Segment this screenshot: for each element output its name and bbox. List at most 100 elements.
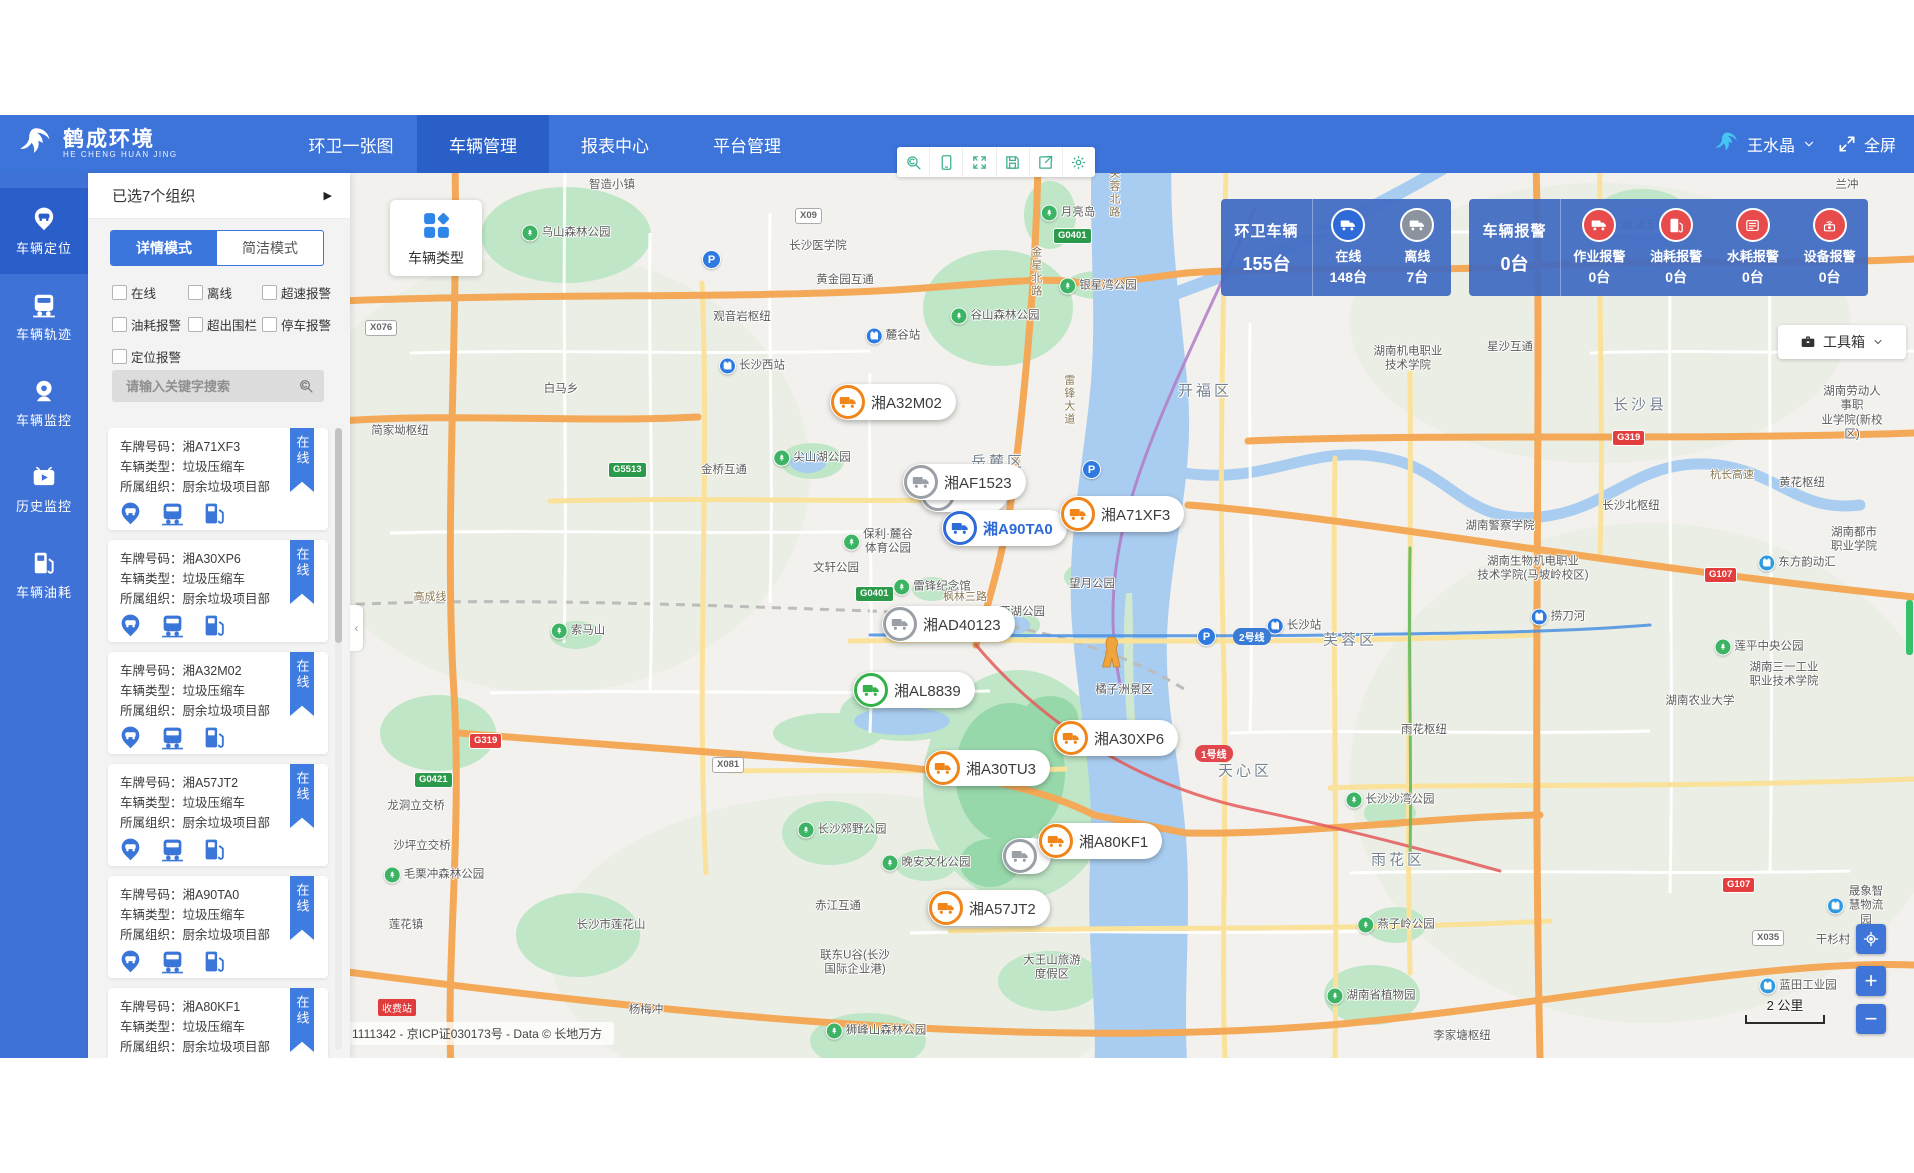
filter-油耗报警[interactable]: 油耗报警 — [112, 315, 188, 334]
poi-icon: M — [1759, 978, 1776, 995]
chevron-down-icon[interactable] — [1802, 137, 1816, 151]
alarm-icon — [1668, 217, 1685, 234]
sidebar-item-车辆油耗[interactable]: 车辆油耗 — [0, 532, 88, 618]
share-icon[interactable] — [1030, 147, 1063, 177]
checkbox-icon[interactable] — [188, 317, 203, 332]
vehicle-marker-湘AL8839[interactable]: 湘AL8839 — [853, 672, 975, 708]
settings-icon[interactable] — [1063, 147, 1095, 177]
map-label: 金星北路 — [1028, 246, 1042, 298]
vehicle-card-湘A71XF3[interactable]: 在线 车牌号码：湘A71XF3 车辆类型：垃圾压缩车 所属组织：厨余垃圾项目部 — [108, 428, 328, 530]
checkbox-icon[interactable] — [188, 285, 203, 300]
filter-停车报警[interactable]: 停车报警 — [262, 315, 334, 334]
map-label: 毛栗冲森林公园 — [384, 867, 485, 884]
vehicle-type-button[interactable]: 车辆类型 — [390, 200, 482, 276]
measure-icon[interactable] — [930, 147, 963, 177]
map-label: 尖山湖公园 — [773, 450, 851, 467]
vehicle-card-湘A90TA0[interactable]: 在线 车牌号码：湘A90TA0 车辆类型：垃圾压缩车 所属组织：厨余垃圾项目部 — [108, 876, 328, 978]
filter-定位报警[interactable]: 定位报警 — [112, 347, 188, 366]
fuel-vehicle-icon[interactable] — [202, 949, 227, 974]
filter-超出围栏[interactable]: 超出围栏 — [188, 315, 262, 334]
mode-tab-详情模式[interactable]: 详情模式 — [111, 231, 217, 265]
juzizhou-statue-icon — [1098, 636, 1124, 668]
metro-icon: M — [1531, 609, 1548, 626]
map-label: 白马乡 — [544, 382, 579, 396]
user-name[interactable]: 王水晶 — [1747, 132, 1795, 156]
toolbox-button[interactable]: 工具箱 — [1778, 325, 1906, 359]
sidebar-item-车辆监控[interactable]: 车辆监控 — [0, 360, 88, 446]
vehicle-marker-truck-icon — [854, 673, 888, 707]
track-vehicle-icon[interactable] — [160, 613, 185, 638]
vehicle-marker-湘A30TU3[interactable]: 湘A30TU3 — [925, 750, 1050, 786]
vehicle-card-湘A80KF1[interactable]: 在线 车牌号码：湘A80KF1 车辆类型：垃圾压缩车 所属组织：厨余垃圾项目部 — [108, 988, 328, 1058]
map-attribution: 1111342 - 京ICP证030173号 - Data © 长地万方 — [350, 1022, 614, 1045]
search-icon[interactable] — [298, 378, 314, 394]
expand-icon[interactable] — [963, 147, 996, 177]
vehicle-marker-湘A57JT2[interactable]: 湘A57JT2 — [928, 890, 1050, 926]
vehicle-marker-湘A71XF3[interactable]: 湘A71XF3 — [1060, 496, 1184, 532]
road-shield: G0401 — [1053, 228, 1092, 244]
fullscreen-icon[interactable] — [1837, 134, 1857, 154]
nav-tab-环卫一张图[interactable]: 环卫一张图 — [285, 115, 417, 173]
vehicle-marker-湘A32M02[interactable]: 湘A32M02 — [830, 384, 956, 420]
park-icon — [951, 308, 968, 325]
filter-在线[interactable]: 在线 — [112, 283, 188, 302]
vehicle-list-scrollbar[interactable] — [335, 428, 342, 1050]
fuel-vehicle-icon[interactable] — [202, 501, 227, 526]
road-shield: G0421 — [414, 772, 453, 788]
sidebar-item-车辆定位[interactable]: 车辆定位 — [0, 188, 88, 274]
fuel-vehicle-icon[interactable] — [202, 613, 227, 638]
fuel-vehicle-icon[interactable] — [202, 837, 227, 862]
vehicle-marker-湘A30XP6[interactable]: 湘A30XP6 — [1053, 720, 1178, 756]
locate-vehicle-icon[interactable] — [118, 837, 143, 862]
org-selector[interactable]: 已选7个组织 ▶ — [88, 173, 350, 219]
mode-tab-简洁模式[interactable]: 简洁模式 — [217, 231, 323, 265]
fuel-vehicle-icon[interactable] — [202, 725, 227, 750]
locate-button[interactable] — [1856, 924, 1886, 954]
vehicle-marker-湘AF1523[interactable]: 湘AF1523 — [903, 464, 1026, 500]
filter-超速报警[interactable]: 超速报警 — [262, 283, 334, 302]
nav-tab-报表中心[interactable]: 报表中心 — [549, 115, 681, 173]
track-vehicle-icon[interactable] — [160, 501, 185, 526]
track-vehicle-icon[interactable] — [160, 949, 185, 974]
zoom-search-icon[interactable] — [897, 147, 930, 177]
zoom-out-button[interactable]: − — [1856, 1004, 1886, 1034]
vehicle-card-湘A30XP6[interactable]: 在线 车牌号码：湘A30XP6 车辆类型：垃圾压缩车 所属组织：厨余垃圾项目部 — [108, 540, 328, 642]
alarm-label: 车辆报警 — [1482, 220, 1546, 241]
org-expand-icon[interactable]: ▶ — [324, 189, 332, 202]
scale-label: 2 公里 — [1767, 998, 1804, 1013]
vehicle-marker-湘AD40123[interactable]: 湘AD40123 — [882, 606, 1015, 642]
vehicle-card-湘A32M02[interactable]: 在线 车牌号码：湘A32M02 车辆类型：垃圾压缩车 所属组织：厨余垃圾项目部 — [108, 652, 328, 754]
save-icon[interactable] — [997, 147, 1030, 177]
page-scrollbar-thumb[interactable] — [1906, 600, 1913, 655]
zoom-in-button[interactable]: + — [1856, 966, 1886, 996]
vehicle-marker-湘A90TA0[interactable]: 湘A90TA0 — [942, 510, 1067, 546]
checkbox-icon[interactable] — [112, 349, 127, 364]
checkbox-icon[interactable] — [112, 317, 127, 332]
nav-tab-平台管理[interactable]: 平台管理 — [681, 115, 813, 173]
filter-离线[interactable]: 离线 — [188, 283, 262, 302]
locate-vehicle-icon[interactable] — [118, 613, 143, 638]
user-avatar[interactable] — [1714, 131, 1740, 157]
locate-vehicle-icon[interactable] — [118, 949, 143, 974]
vehicle-card-湘A57JT2[interactable]: 在线 车牌号码：湘A57JT2 车辆类型：垃圾压缩车 所属组织：厨余垃圾项目部 — [108, 764, 328, 866]
map-label: 湖南机电职业 技术学院 — [1374, 345, 1443, 374]
checkbox-icon[interactable] — [262, 285, 277, 300]
track-vehicle-icon[interactable] — [160, 725, 185, 750]
parking-icon: P — [1197, 627, 1216, 646]
map-label: 长沙县 — [1613, 397, 1667, 416]
map-label: 乌山森林公园 — [522, 225, 611, 242]
vehicle-marker-湘A80KF1[interactable]: 湘A80KF1 — [1038, 823, 1162, 859]
fullscreen-label[interactable]: 全屏 — [1864, 132, 1896, 156]
map-canvas[interactable]: 智造小镇乌山森林公园长沙医学院黄金园互通月亮岛银星湾公园观音岩枢纽M长沙西站白马… — [350, 173, 1914, 1058]
checkbox-icon[interactable] — [112, 285, 127, 300]
park-icon — [551, 623, 568, 640]
nav-tab-车辆管理[interactable]: 车辆管理 — [417, 115, 549, 173]
locate-vehicle-icon[interactable] — [118, 725, 143, 750]
checkbox-icon[interactable] — [262, 317, 277, 332]
locate-vehicle-icon[interactable] — [118, 501, 143, 526]
track-vehicle-icon[interactable] — [160, 837, 185, 862]
sidebar-item-历史监控[interactable]: 历史监控 — [0, 446, 88, 532]
sidebar-item-车辆轨迹[interactable]: 车辆轨迹 — [0, 274, 88, 360]
search-input[interactable] — [124, 378, 298, 395]
panel-collapse-handle[interactable]: ‹ — [350, 605, 363, 651]
